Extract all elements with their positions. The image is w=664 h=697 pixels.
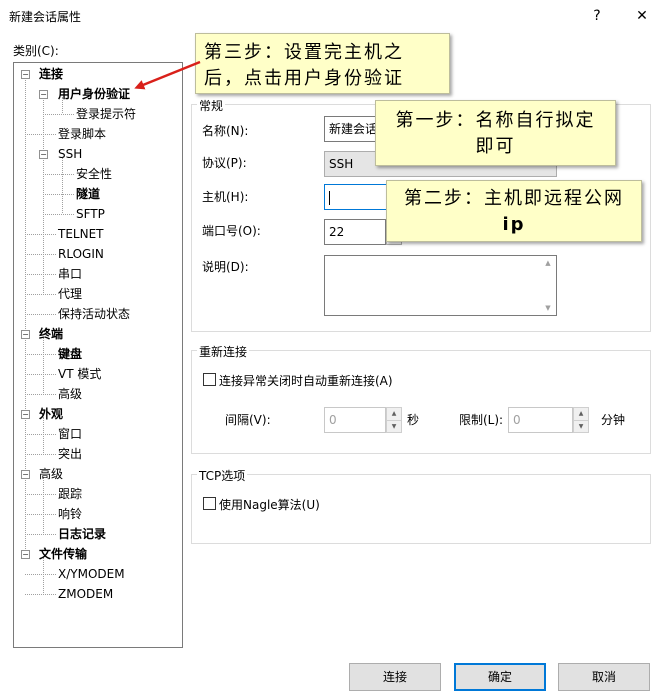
red-arrow-icon xyxy=(134,60,201,90)
